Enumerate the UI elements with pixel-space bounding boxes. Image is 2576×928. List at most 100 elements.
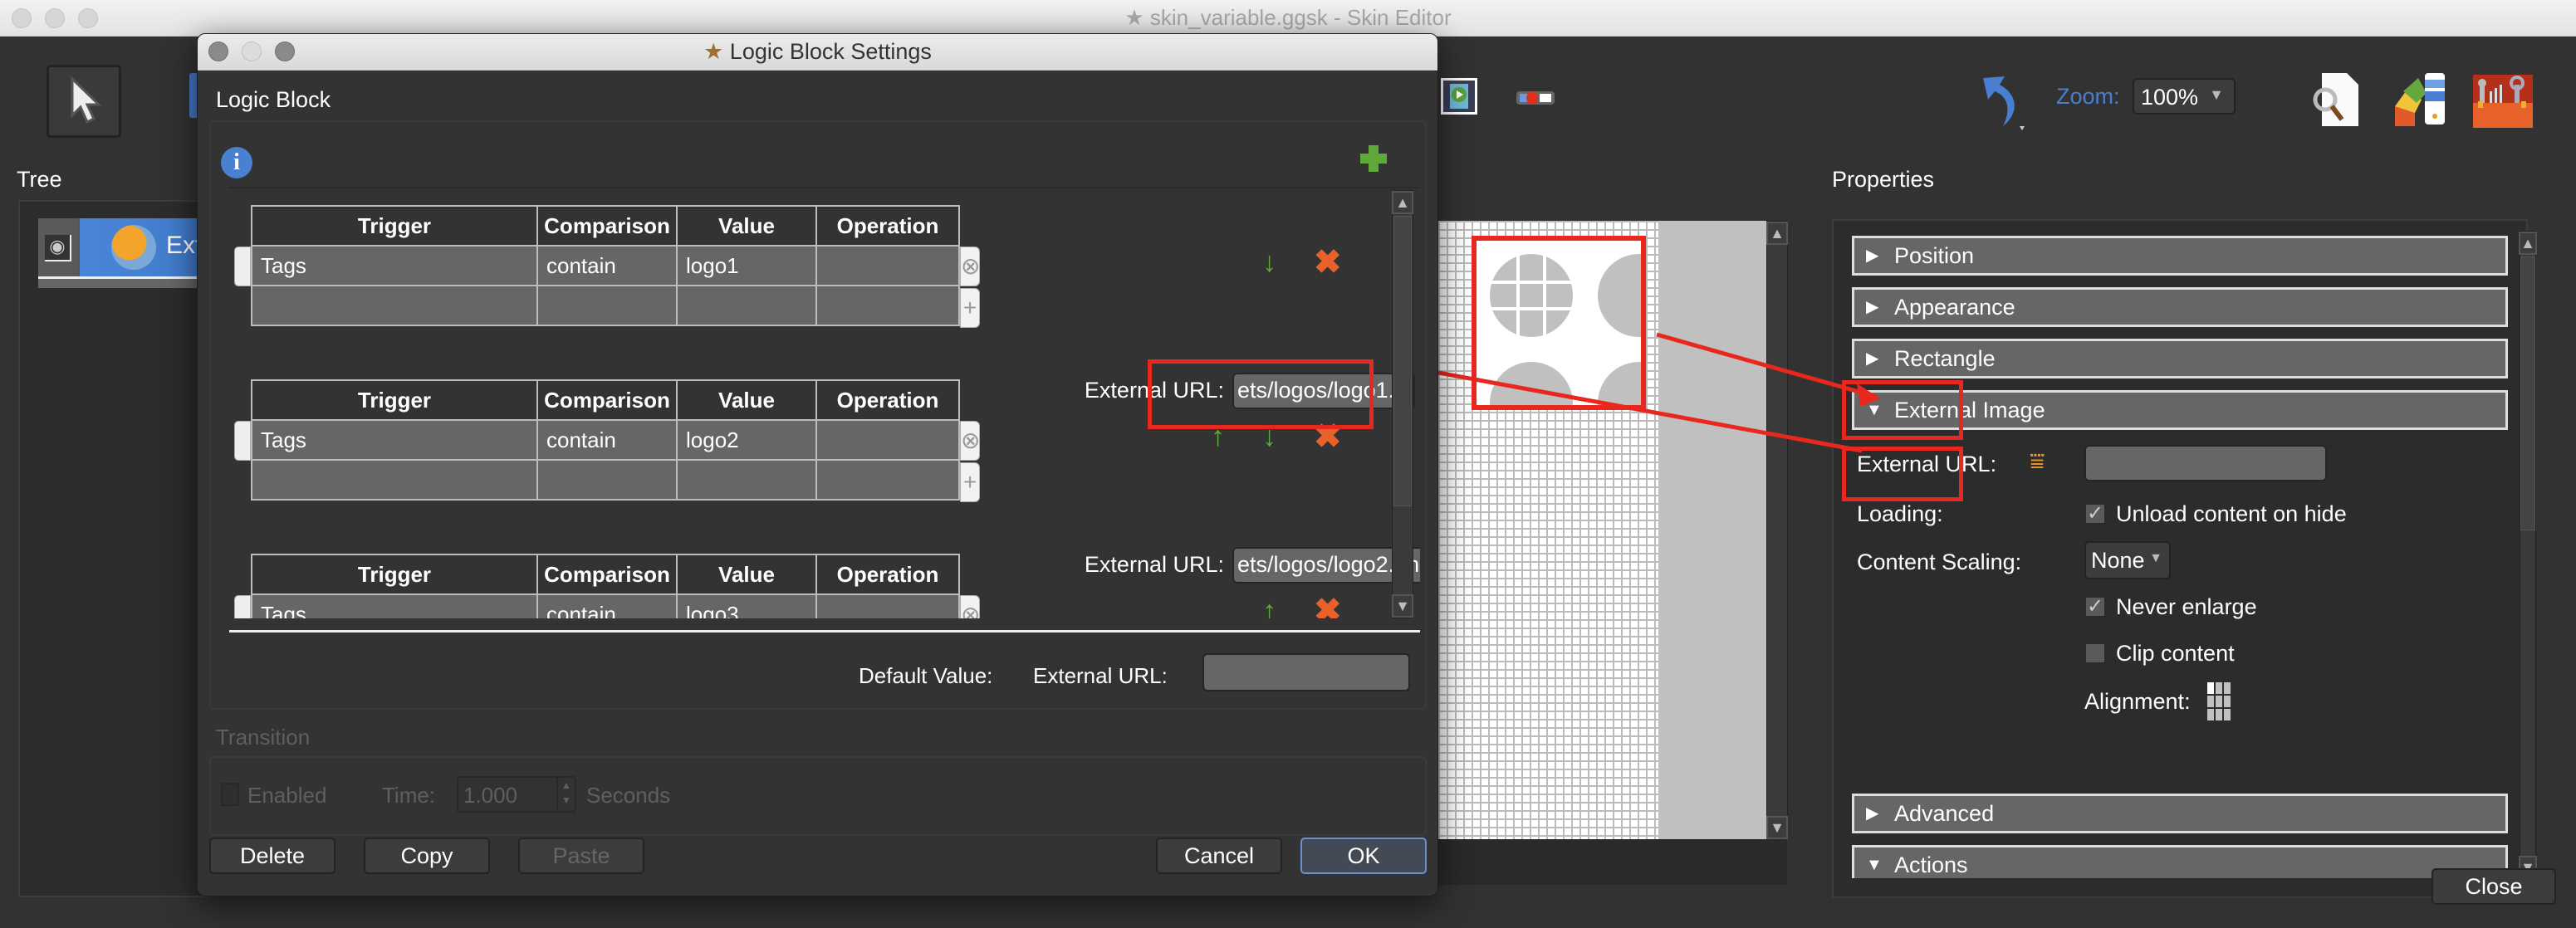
- info-icon[interactable]: i: [221, 147, 252, 178]
- alignment-grid[interactable]: [2207, 682, 2231, 720]
- expand-triangle-icon: ▶: [1866, 804, 1879, 823]
- dialog-title: ★ Logic Block Settings: [703, 39, 932, 64]
- add-plus-icon: [1360, 145, 1387, 172]
- row-drag-handle[interactable]: [234, 421, 251, 461]
- move-down-button[interactable]: ↓: [1262, 247, 1276, 279]
- chevron-down-icon: ▼: [2149, 551, 2162, 565]
- clip-content-checkbox[interactable]: [2084, 642, 2106, 664]
- find-button[interactable]: [2312, 70, 2362, 128]
- scroll-up-arrow[interactable]: ▲: [1392, 191, 1413, 214]
- select-tool-button[interactable]: [47, 65, 121, 138]
- value-cell[interactable]: logo1: [676, 245, 817, 286]
- empty-cell[interactable]: [251, 285, 538, 326]
- tree-panel-label: Tree: [17, 167, 62, 192]
- empty-cell[interactable]: [536, 459, 678, 501]
- trigger-cell[interactable]: Tags: [251, 419, 538, 461]
- row-drag-handle[interactable]: [234, 247, 251, 286]
- default-url-input[interactable]: [1202, 653, 1410, 691]
- scroll-up-arrow[interactable]: ▲: [2519, 232, 2537, 255]
- value-cell[interactable]: logo2: [676, 419, 817, 461]
- delete-x-icon: ✖: [1314, 244, 1342, 281]
- empty-cell[interactable]: [676, 459, 817, 501]
- content-scaling-select[interactable]: None ▼: [2084, 541, 2171, 579]
- empty-cell[interactable]: [815, 459, 960, 501]
- canvas-scrollbar[interactable]: ▲ ▼: [1766, 221, 1788, 839]
- remove-row-button[interactable]: ⊗: [960, 595, 980, 618]
- delete-condition-button[interactable]: ✖: [1314, 418, 1342, 456]
- zoom-select[interactable]: 100% ▼: [2133, 78, 2236, 115]
- logic-block-icon[interactable]: ⩸: [2030, 448, 2056, 478]
- move-down-button[interactable]: ↓: [1262, 421, 1276, 453]
- paste-button[interactable]: Paste: [518, 838, 644, 874]
- remove-row-button[interactable]: ⊗: [960, 247, 980, 286]
- zoom-label: Zoom:: [2056, 84, 2120, 109]
- comparison-cell[interactable]: contain: [536, 419, 678, 461]
- remove-circle-icon: ⊗: [961, 253, 981, 279]
- section-advanced[interactable]: ▶ Advanced: [1852, 794, 2508, 833]
- loading-label: Loading:: [1857, 501, 1943, 526]
- slider-toggle-button[interactable]: [1516, 91, 1555, 105]
- add-condition-button[interactable]: [1355, 140, 1392, 177]
- properties-scrollbar[interactable]: ▲ ▼: [2519, 231, 2537, 879]
- expand-triangle-icon: ▶: [1866, 298, 1879, 316]
- move-up-button[interactable]: ↑: [1211, 421, 1225, 453]
- condition-table-2: Trigger Comparison Value Operation Tags cont…: [251, 379, 960, 501]
- tree-item[interactable]: ◉ Ext: [38, 218, 213, 288]
- cancel-button[interactable]: Cancel: [1156, 838, 1282, 874]
- section-appearance[interactable]: ▶ Appearance: [1852, 287, 2508, 327]
- section-rectangle[interactable]: ▶ Rectangle: [1852, 339, 2508, 379]
- properties-panel: ▶ Position ▶ Appearance ▶ Rectangle ▼ Extern…: [1832, 219, 2537, 898]
- color-palette-button[interactable]: [2392, 70, 2446, 129]
- copy-button[interactable]: Copy: [364, 838, 490, 874]
- time-input[interactable]: 1.000 ▲ ▼: [457, 776, 576, 813]
- unload-content-label: Unload content on hide: [2116, 501, 2347, 526]
- empty-cell[interactable]: [676, 285, 817, 326]
- trigger-cell[interactable]: Tags: [251, 593, 538, 618]
- row-drag-handle[interactable]: [234, 595, 251, 618]
- empty-cell[interactable]: [251, 459, 538, 501]
- section-position[interactable]: ▶ Position: [1852, 236, 2508, 276]
- canvas-panel: ▲ ▼: [1438, 221, 1788, 885]
- undo-button[interactable]: [1970, 66, 2036, 133]
- scroll-down-arrow[interactable]: ▼: [1766, 816, 1788, 839]
- condition-url-input[interactable]: ets/logos/logo1.png: [1232, 373, 1415, 409]
- toolbox-button[interactable]: [2471, 73, 2534, 129]
- empty-cell[interactable]: [536, 285, 678, 326]
- globe-icon: [111, 225, 156, 270]
- delete-condition-button[interactable]: ✖: [1314, 243, 1342, 281]
- never-enlarge-checkbox[interactable]: ✓: [2084, 596, 2106, 618]
- operation-cell[interactable]: [815, 419, 960, 461]
- delete-button[interactable]: Delete: [209, 838, 335, 874]
- scroll-down-arrow[interactable]: ▼: [1392, 594, 1413, 618]
- time-stepper[interactable]: ▲ ▼: [556, 778, 575, 811]
- comparison-cell[interactable]: contain: [536, 593, 678, 618]
- move-up-button[interactable]: ↑: [1262, 595, 1276, 618]
- delete-condition-button[interactable]: ✖: [1314, 592, 1342, 618]
- remove-row-button[interactable]: ⊗: [960, 421, 980, 461]
- remove-circle-icon: ⊗: [961, 602, 981, 618]
- section-actions[interactable]: ▼ Actions: [1852, 845, 2508, 878]
- trigger-cell[interactable]: Tags: [251, 245, 538, 286]
- close-button[interactable]: Close: [2432, 868, 2556, 905]
- scrollbar-thumb[interactable]: [2520, 256, 2535, 530]
- empty-cell[interactable]: [815, 285, 960, 326]
- unload-content-checkbox[interactable]: ✓: [2084, 503, 2106, 525]
- value-cell[interactable]: logo3: [676, 593, 817, 618]
- external-url-input[interactable]: [2084, 445, 2327, 481]
- scrollbar-thumb[interactable]: [1393, 216, 1412, 506]
- visibility-toggle[interactable]: ◉: [38, 218, 78, 276]
- add-row-button[interactable]: +: [960, 462, 980, 502]
- selected-external-image[interactable]: [1472, 236, 1681, 445]
- operation-cell[interactable]: [815, 593, 960, 618]
- enabled-checkbox[interactable]: [221, 783, 239, 806]
- add-row-button[interactable]: +: [960, 288, 980, 328]
- conditions-scrollbar[interactable]: ▲ ▼: [1392, 190, 1413, 618]
- column-header-comparison: Comparison: [536, 379, 678, 421]
- comparison-cell[interactable]: contain: [536, 245, 678, 286]
- ok-button[interactable]: OK: [1300, 838, 1427, 874]
- condition-table-1: Trigger Comparison Value Operation Tags cont…: [251, 205, 960, 326]
- operation-cell[interactable]: [815, 245, 960, 286]
- section-external-image[interactable]: ▼ External Image: [1852, 390, 2508, 430]
- scroll-up-arrow[interactable]: ▲: [1766, 222, 1788, 245]
- preview-button[interactable]: [1441, 78, 1477, 115]
